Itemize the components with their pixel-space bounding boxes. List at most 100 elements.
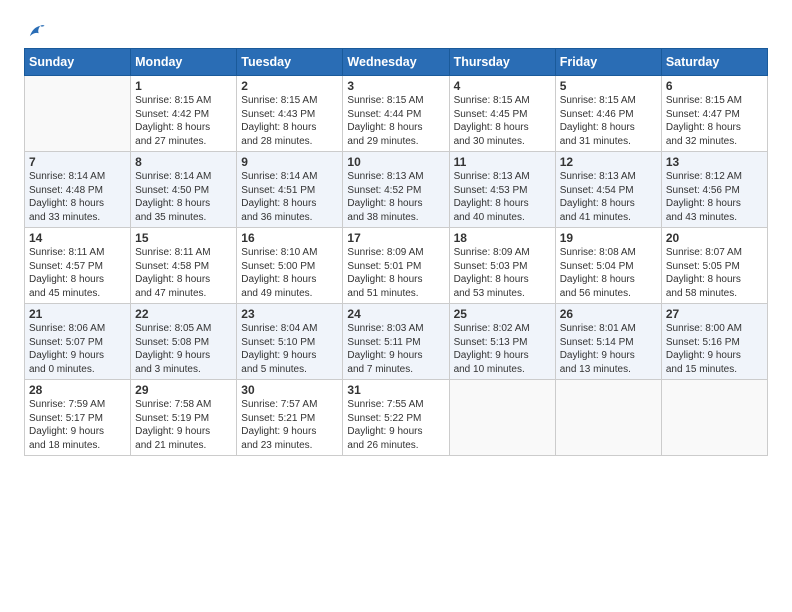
cell-line: Daylight: 8 hours — [347, 273, 444, 287]
cell-line: Sunset: 5:05 PM — [666, 260, 763, 274]
cell-line: Sunset: 5:21 PM — [241, 412, 338, 426]
page-header — [24, 20, 768, 42]
calendar-cell: 21Sunrise: 8:06 AMSunset: 5:07 PMDayligh… — [25, 304, 131, 380]
cell-line: Sunset: 5:11 PM — [347, 336, 444, 350]
cell-content: 7Sunrise: 8:14 AMSunset: 4:48 PMDaylight… — [29, 155, 126, 224]
calendar-cell: 1Sunrise: 8:15 AMSunset: 4:42 PMDaylight… — [131, 76, 237, 152]
calendar-cell — [661, 380, 767, 456]
calendar-cell: 23Sunrise: 8:04 AMSunset: 5:10 PMDayligh… — [237, 304, 343, 380]
cell-line: and 32 minutes. — [666, 135, 763, 149]
cell-line: Sunrise: 8:11 AM — [135, 246, 232, 260]
cell-content: 9Sunrise: 8:14 AMSunset: 4:51 PMDaylight… — [241, 155, 338, 224]
cell-line: Daylight: 8 hours — [560, 273, 657, 287]
cell-line: Daylight: 8 hours — [241, 197, 338, 211]
cell-line: and 36 minutes. — [241, 211, 338, 225]
day-number: 23 — [241, 307, 338, 321]
cell-line: Sunset: 5:04 PM — [560, 260, 657, 274]
cell-line: Sunrise: 8:13 AM — [347, 170, 444, 184]
cell-line: and 27 minutes. — [135, 135, 232, 149]
cell-line: Daylight: 8 hours — [560, 197, 657, 211]
cell-content: 8Sunrise: 8:14 AMSunset: 4:50 PMDaylight… — [135, 155, 232, 224]
calendar-cell: 6Sunrise: 8:15 AMSunset: 4:47 PMDaylight… — [661, 76, 767, 152]
calendar-week-row: 7Sunrise: 8:14 AMSunset: 4:48 PMDaylight… — [25, 152, 768, 228]
calendar-cell: 12Sunrise: 8:13 AMSunset: 4:54 PMDayligh… — [555, 152, 661, 228]
cell-line: Daylight: 9 hours — [241, 425, 338, 439]
cell-content: 30Sunrise: 7:57 AMSunset: 5:21 PMDayligh… — [241, 383, 338, 452]
calendar-body: 1Sunrise: 8:15 AMSunset: 4:42 PMDaylight… — [25, 76, 768, 456]
cell-line: and 49 minutes. — [241, 287, 338, 301]
cell-line: Sunset: 5:16 PM — [666, 336, 763, 350]
calendar-cell: 17Sunrise: 8:09 AMSunset: 5:01 PMDayligh… — [343, 228, 449, 304]
cell-line: and 47 minutes. — [135, 287, 232, 301]
cell-line: Daylight: 9 hours — [666, 349, 763, 363]
cell-content: 31Sunrise: 7:55 AMSunset: 5:22 PMDayligh… — [347, 383, 444, 452]
day-number: 29 — [135, 383, 232, 397]
cell-content: 20Sunrise: 8:07 AMSunset: 5:05 PMDayligh… — [666, 231, 763, 300]
calendar-cell: 3Sunrise: 8:15 AMSunset: 4:44 PMDaylight… — [343, 76, 449, 152]
cell-content: 15Sunrise: 8:11 AMSunset: 4:58 PMDayligh… — [135, 231, 232, 300]
cell-content: 19Sunrise: 8:08 AMSunset: 5:04 PMDayligh… — [560, 231, 657, 300]
cell-line: Daylight: 9 hours — [135, 349, 232, 363]
cell-line: Sunrise: 8:13 AM — [454, 170, 551, 184]
cell-line: Sunrise: 8:14 AM — [241, 170, 338, 184]
cell-content: 24Sunrise: 8:03 AMSunset: 5:11 PMDayligh… — [347, 307, 444, 376]
cell-line: Daylight: 8 hours — [135, 273, 232, 287]
cell-content: 4Sunrise: 8:15 AMSunset: 4:45 PMDaylight… — [454, 79, 551, 148]
cell-line: Sunset: 5:07 PM — [29, 336, 126, 350]
cell-line: Sunrise: 8:05 AM — [135, 322, 232, 336]
day-number: 20 — [666, 231, 763, 245]
calendar-cell: 25Sunrise: 8:02 AMSunset: 5:13 PMDayligh… — [449, 304, 555, 380]
cell-line: Daylight: 9 hours — [560, 349, 657, 363]
cell-line: Daylight: 9 hours — [347, 349, 444, 363]
cell-line: and 13 minutes. — [560, 363, 657, 377]
day-number: 1 — [135, 79, 232, 93]
cell-line: Daylight: 8 hours — [347, 197, 444, 211]
cell-line: and 15 minutes. — [666, 363, 763, 377]
cell-line: and 43 minutes. — [666, 211, 763, 225]
cell-line: Daylight: 8 hours — [454, 273, 551, 287]
cell-line: Sunset: 4:43 PM — [241, 108, 338, 122]
cell-line: Daylight: 8 hours — [29, 273, 126, 287]
calendar-cell: 16Sunrise: 8:10 AMSunset: 5:00 PMDayligh… — [237, 228, 343, 304]
cell-content: 26Sunrise: 8:01 AMSunset: 5:14 PMDayligh… — [560, 307, 657, 376]
cell-line: Sunset: 5:03 PM — [454, 260, 551, 274]
cell-line: Sunset: 5:14 PM — [560, 336, 657, 350]
calendar-cell: 31Sunrise: 7:55 AMSunset: 5:22 PMDayligh… — [343, 380, 449, 456]
cell-line: Sunrise: 8:15 AM — [666, 94, 763, 108]
cell-line: and 29 minutes. — [347, 135, 444, 149]
cell-line: Sunrise: 8:10 AM — [241, 246, 338, 260]
cell-line: Daylight: 8 hours — [241, 273, 338, 287]
calendar-cell: 10Sunrise: 8:13 AMSunset: 4:52 PMDayligh… — [343, 152, 449, 228]
cell-line: Sunrise: 8:15 AM — [241, 94, 338, 108]
cell-line: Sunrise: 8:04 AM — [241, 322, 338, 336]
cell-line: and 0 minutes. — [29, 363, 126, 377]
cell-line: Sunset: 5:13 PM — [454, 336, 551, 350]
calendar-cell — [555, 380, 661, 456]
cell-line: Sunset: 5:17 PM — [29, 412, 126, 426]
cell-line: Daylight: 9 hours — [135, 425, 232, 439]
cell-line: Sunset: 4:47 PM — [666, 108, 763, 122]
calendar-header: SundayMondayTuesdayWednesdayThursdayFrid… — [25, 49, 768, 76]
cell-line: and 10 minutes. — [454, 363, 551, 377]
cell-line: Daylight: 8 hours — [135, 197, 232, 211]
cell-line: Sunset: 4:46 PM — [560, 108, 657, 122]
cell-content: 13Sunrise: 8:12 AMSunset: 4:56 PMDayligh… — [666, 155, 763, 224]
cell-line: Daylight: 8 hours — [560, 121, 657, 135]
day-number: 18 — [454, 231, 551, 245]
day-number: 31 — [347, 383, 444, 397]
cell-content: 16Sunrise: 8:10 AMSunset: 5:00 PMDayligh… — [241, 231, 338, 300]
calendar-cell: 20Sunrise: 8:07 AMSunset: 5:05 PMDayligh… — [661, 228, 767, 304]
cell-line: Sunset: 4:57 PM — [29, 260, 126, 274]
cell-line: Daylight: 9 hours — [454, 349, 551, 363]
calendar-cell: 19Sunrise: 8:08 AMSunset: 5:04 PMDayligh… — [555, 228, 661, 304]
calendar-cell: 11Sunrise: 8:13 AMSunset: 4:53 PMDayligh… — [449, 152, 555, 228]
day-number: 22 — [135, 307, 232, 321]
cell-line: and 53 minutes. — [454, 287, 551, 301]
cell-line: Sunrise: 7:55 AM — [347, 398, 444, 412]
cell-line: Daylight: 8 hours — [135, 121, 232, 135]
cell-line: Sunset: 4:42 PM — [135, 108, 232, 122]
cell-line: and 51 minutes. — [347, 287, 444, 301]
cell-line: Sunrise: 8:03 AM — [347, 322, 444, 336]
cell-content: 10Sunrise: 8:13 AMSunset: 4:52 PMDayligh… — [347, 155, 444, 224]
calendar-cell: 7Sunrise: 8:14 AMSunset: 4:48 PMDaylight… — [25, 152, 131, 228]
